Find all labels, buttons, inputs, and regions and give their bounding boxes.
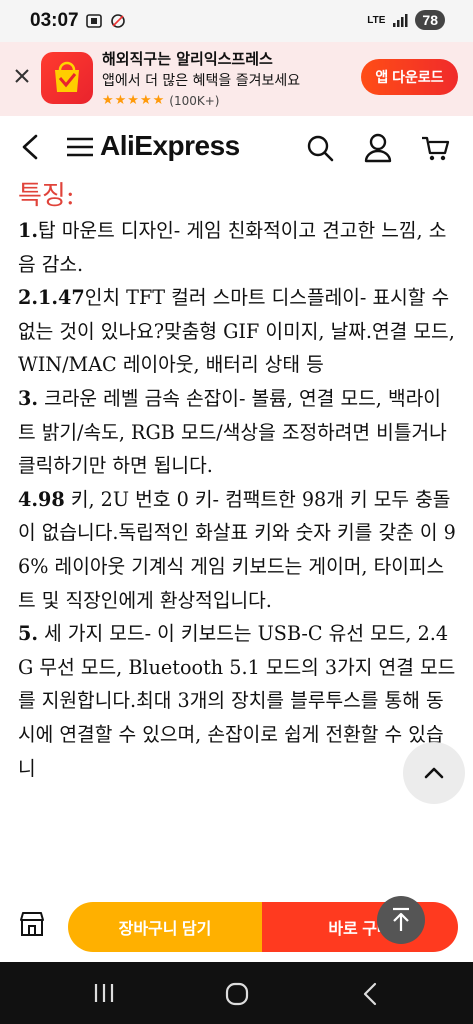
feature-item-1: 1.탑 마운트 디자인- 게임 친화적이고 견고한 느낌, 소음 감소. [18,214,458,281]
rating-stars: ★★★★★ [102,93,166,108]
app-rating: ★★★★★ (100K+) [102,93,219,108]
back-arrow-icon[interactable] [18,133,44,161]
home-icon[interactable] [225,982,249,1006]
feature-item-4: 4.98 키, 2U 번호 0 키- 컴팩트한 98개 키 모두 충돌이 없습니… [18,483,458,617]
scroll-up-button[interactable] [403,742,465,804]
product-description: 특징: 1.탑 마운트 디자인- 게임 친화적이고 견고한 느낌, 소음 감소.… [18,178,458,890]
feature-number: 4.98 [18,487,65,511]
aliexpress-app-logo [41,52,93,104]
status-time: 03:07 [30,10,79,31]
mute-icon [111,14,125,28]
feature-text: 키, 2U 번호 0 키- 컴팩트한 98개 키 모두 충돌이 없습니다.독립적… [18,487,456,612]
banner-subtitle: 앱에서 더 많은 혜택을 즐겨보세요 [102,73,301,89]
shopping-bag-icon [55,61,79,92]
feature-text: 탑 마운트 디자인- 게임 친화적이고 견고한 느낌, 소음 감소. [18,219,447,276]
section-title: 특징: [18,181,75,211]
feature-text: 크라운 레벨 금속 손잡이- 볼륨, 연결 모드, 백라이트 밝기/속도, RG… [18,386,447,478]
feature-number: 3. [18,386,39,410]
hamburger-menu-icon[interactable] [66,136,94,158]
signal-icon [393,14,408,27]
screenshot-icon [86,14,102,28]
site-header: AliExpress [0,116,473,178]
cart-icon[interactable] [420,134,450,162]
store-icon[interactable] [18,910,46,938]
nav-back-icon[interactable] [360,982,380,1006]
back-to-top-button[interactable] [377,896,425,944]
chevron-up-icon [424,767,444,779]
feature-item-5: 5. 세 가지 모드- 이 키보드는 USB-C 유선 모드, 2.4G 무선 … [18,617,458,785]
feature-item-3: 3. 크라운 레벨 금속 손잡이- 볼륨, 연결 모드, 백라이트 밝기/속도,… [18,382,458,483]
add-to-cart-button[interactable]: 장바구니 담기 [68,902,262,952]
feature-item-2: 2.1.47인치 TFT 컬러 스마트 디스플레이- 표시할 수 없는 것이 있… [18,281,458,382]
system-navigation-bar [0,962,473,1024]
app-download-banner: 해외직구는 알리익스프레스 앱에서 더 많은 혜택을 즐겨보세요 ★★★★★ (… [0,42,473,116]
feature-text: 세 가지 모드- 이 키보드는 USB-C 유선 모드, 2.4G 무선 모드,… [18,622,456,780]
status-bar: 03:07 LTE 78 [0,0,473,42]
close-icon[interactable] [10,64,34,88]
search-icon[interactable] [306,134,334,162]
battery-level: 78 [415,10,445,30]
feature-number: 5. [18,622,39,646]
account-icon[interactable] [364,133,392,163]
arrow-up-icon [393,907,409,931]
rating-count: (100K+) [169,93,220,108]
feature-number: 2.1.47 [18,286,85,310]
buy-now-button[interactable]: 바로 구매 [262,902,458,952]
feature-number: 1. [18,219,39,242]
app-download-button[interactable]: 앱 다운로드 [361,59,458,95]
recent-apps-icon[interactable] [92,982,116,1004]
aliexpress-logo[interactable]: AliExpress [100,130,240,162]
banner-title: 해외직구는 알리익스프레스 [102,50,273,68]
network-type: LTE [367,14,386,26]
